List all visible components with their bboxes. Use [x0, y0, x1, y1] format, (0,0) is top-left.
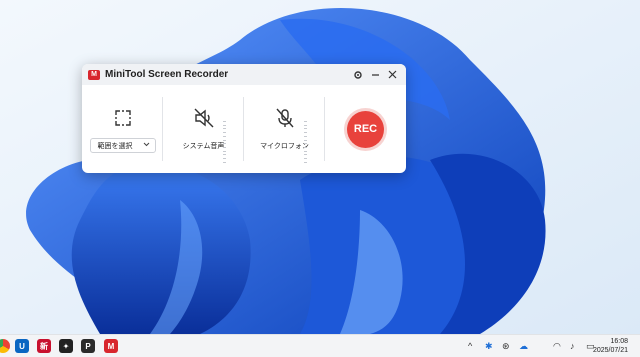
- microphone-level-meter: [304, 121, 307, 163]
- speaker-muted-icon[interactable]: [193, 107, 215, 129]
- chevron-down-icon: [143, 142, 150, 149]
- volume-icon[interactable]: ♪: [570, 341, 575, 351]
- system-audio-section[interactable]: システム音声: [163, 85, 244, 173]
- region-dropdown-value: 範囲を選択: [97, 142, 133, 150]
- title-bar[interactable]: M MiniTool Screen Recorder: [82, 64, 406, 85]
- app-icon-red[interactable]: 新: [37, 339, 51, 353]
- region-section: 範囲を選択: [82, 85, 163, 173]
- u-app-icon[interactable]: U: [15, 339, 29, 353]
- region-dropdown[interactable]: 範囲を選択: [89, 138, 156, 153]
- clock[interactable]: 16:08 2025/07/21: [593, 337, 628, 355]
- app-icon-star[interactable]: ✦: [59, 339, 73, 353]
- recorder-window: M MiniTool Screen Recorder 範囲を選択 システム音声 …: [82, 64, 406, 173]
- minimize-icon[interactable]: [367, 67, 383, 83]
- gear-icon[interactable]: [350, 67, 366, 83]
- record-section: REC: [325, 85, 406, 173]
- taskbar: U 新 ✦ P M ^ ✱ ⊛ ☁ ◠ ♪ ▭ 16:08 2025/07/21: [0, 334, 640, 357]
- wifi-icon[interactable]: ◠: [553, 341, 561, 352]
- bluetooth-icon[interactable]: ✱: [485, 341, 493, 352]
- clock-date: 2025/07/21: [592, 347, 628, 354]
- app-icon-p[interactable]: P: [81, 339, 95, 353]
- network-icon[interactable]: ⊛: [502, 341, 510, 352]
- region-select-icon[interactable]: [112, 107, 134, 129]
- microphone-muted-icon[interactable]: [274, 107, 296, 129]
- system-audio-level-meter: [223, 121, 226, 163]
- app-logo: M: [88, 69, 100, 80]
- microphone-label: マイクロフォン: [260, 143, 309, 150]
- window-title: MiniTool Screen Recorder: [105, 69, 229, 80]
- chevron-up-icon[interactable]: ^: [468, 341, 472, 351]
- close-icon[interactable]: [384, 67, 400, 83]
- minitool-taskbar-icon[interactable]: M: [104, 339, 118, 353]
- recorder-controls: 範囲を選択 システム音声 マイクロフォン REC: [82, 85, 406, 173]
- cloud-icon[interactable]: ☁: [519, 341, 528, 352]
- chrome-icon[interactable]: [0, 339, 10, 353]
- system-audio-label: システム音声: [182, 143, 225, 150]
- clock-time: 16:08: [610, 338, 628, 345]
- record-button[interactable]: REC: [347, 110, 384, 148]
- microphone-section[interactable]: マイクロフォン: [244, 85, 325, 173]
